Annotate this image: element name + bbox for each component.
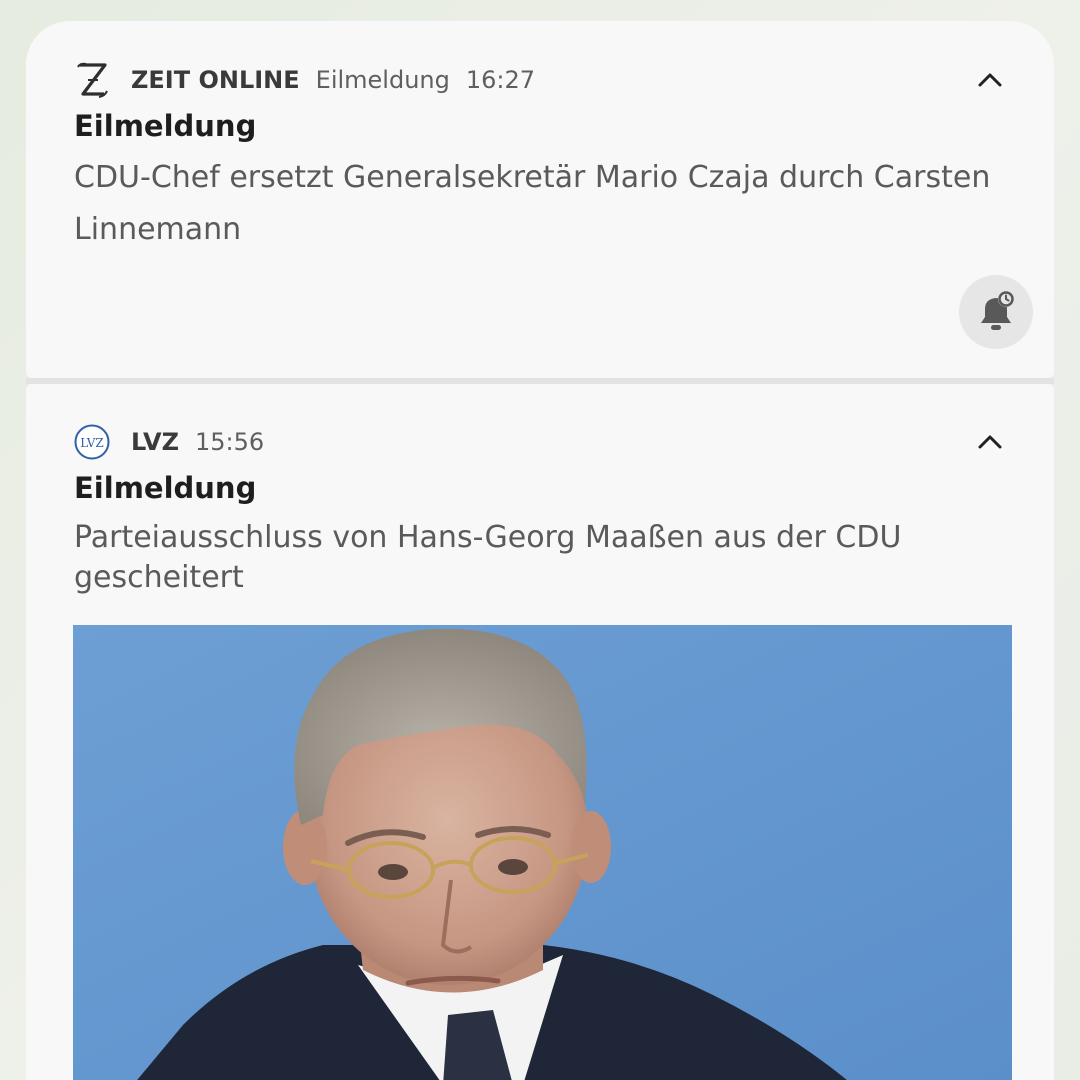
notification-header: ZEIT ONLINE Eilmeldung 16:27 [74, 58, 1006, 102]
svg-text:LVZ: LVZ [80, 436, 104, 450]
app-name: ZEIT ONLINE [131, 66, 300, 94]
lvz-logo-icon: LVZ [74, 424, 110, 460]
notification-title: Eilmeldung [74, 109, 257, 143]
chevron-up-icon[interactable] [974, 64, 1006, 96]
snooze-button[interactable] [959, 275, 1033, 349]
bell-snooze-icon [981, 291, 1014, 330]
notification-header: LVZ LVZ 15:56 [74, 420, 1006, 464]
notification-time: 16:27 [465, 66, 536, 94]
notification-channel: Eilmeldung [315, 66, 450, 94]
news-photo[interactable] [73, 625, 1012, 1080]
notification-text: Parteiausschluss von Hans-Georg Maaßen a… [74, 520, 902, 595]
chevron-up-icon[interactable] [974, 426, 1006, 458]
notification-card-zeit[interactable]: ZEIT ONLINE Eilmeldung 16:27 Eilmeldung … [26, 21, 1054, 378]
notification-text: CDU-Chef ersetzt Generalsekretär Mario C… [74, 160, 991, 247]
notification-card-lvz[interactable]: LVZ LVZ 15:56 Eilmeldung Parteiausschlus… [26, 384, 1054, 1080]
notification-time: 15:56 [194, 428, 265, 456]
app-name: LVZ [131, 428, 179, 456]
notification-title: Eilmeldung [74, 471, 257, 505]
zeit-logo-icon [74, 62, 110, 98]
